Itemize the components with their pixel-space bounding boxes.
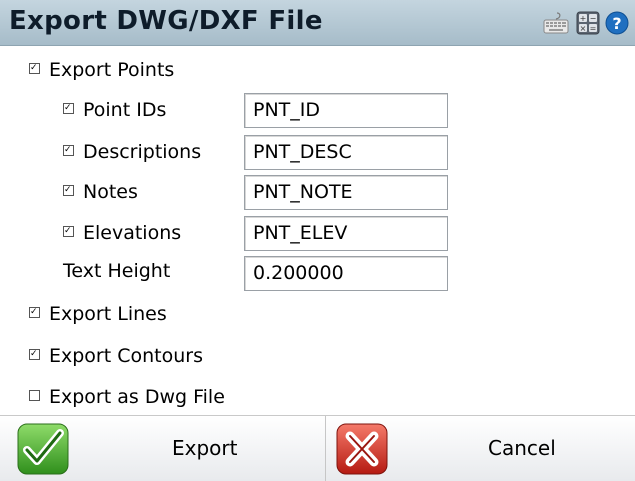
svg-text:=: = — [590, 24, 597, 33]
notes-option[interactable]: Notes — [63, 181, 138, 203]
notes-field[interactable]: PNT_NOTE — [244, 175, 448, 210]
window-title: Export DWG/DXF File — [9, 6, 323, 36]
calculator-icon[interactable]: + − × = — [575, 11, 601, 35]
descriptions-field[interactable]: PNT_DESC — [244, 135, 448, 170]
cancel-x-icon — [336, 423, 388, 475]
notes-label: Notes — [83, 181, 138, 203]
title-bar: Export DWG/DXF File + − × = ? — [0, 0, 635, 46]
descriptions-label: Descriptions — [83, 141, 202, 163]
export-dwg-option[interactable]: Export as Dwg File — [29, 386, 225, 408]
text-height-field[interactable]: 0.200000 — [244, 256, 448, 291]
svg-text:×: × — [580, 24, 587, 33]
descriptions-checkbox[interactable] — [63, 145, 74, 156]
elevations-label: Elevations — [83, 222, 182, 244]
elevations-field[interactable]: PNT_ELEV — [244, 216, 448, 251]
keyboard-icon[interactable] — [543, 11, 569, 35]
export-dwg-checkbox[interactable] — [29, 390, 40, 401]
cancel-button[interactable]: Cancel — [326, 416, 635, 481]
point-ids-label: Point IDs — [83, 99, 167, 121]
export-lines-label: Export Lines — [49, 303, 167, 325]
help-icon[interactable]: ? — [603, 11, 633, 35]
descriptions-option[interactable]: Descriptions — [63, 141, 201, 163]
checkmark-icon — [17, 423, 69, 475]
export-contours-label: Export Contours — [49, 345, 203, 367]
export-points-checkbox[interactable] — [29, 63, 40, 74]
svg-text:+: + — [580, 14, 587, 23]
text-height-label: Text Height — [63, 260, 171, 282]
svg-text:−: − — [590, 14, 597, 23]
export-points-label: Export Points — [49, 59, 175, 81]
export-button-label: Export — [172, 436, 238, 460]
export-lines-checkbox[interactable] — [29, 307, 40, 318]
notes-checkbox[interactable] — [63, 185, 74, 196]
elevations-checkbox[interactable] — [63, 226, 74, 237]
export-lines-option[interactable]: Export Lines — [29, 303, 167, 325]
export-contours-checkbox[interactable] — [29, 349, 40, 360]
elevations-option[interactable]: Elevations — [63, 222, 181, 244]
export-contours-option[interactable]: Export Contours — [29, 345, 203, 367]
point-ids-checkbox[interactable] — [63, 103, 74, 114]
point-ids-option[interactable]: Point IDs — [63, 99, 166, 121]
export-dwg-label: Export as Dwg File — [49, 386, 225, 408]
button-bar: Export Cancel — [0, 415, 635, 481]
export-button[interactable]: Export — [0, 416, 325, 481]
svg-text:?: ? — [612, 14, 621, 33]
cancel-button-label: Cancel — [488, 436, 556, 460]
export-points-option[interactable]: Export Points — [29, 59, 174, 81]
point-ids-field[interactable]: PNT_ID — [244, 93, 448, 128]
